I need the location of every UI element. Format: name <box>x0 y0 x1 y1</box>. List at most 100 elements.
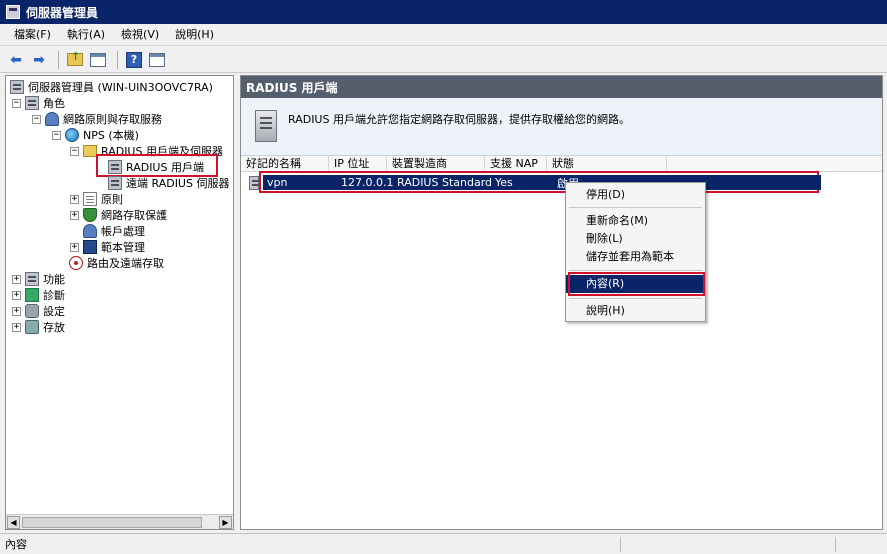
help-icon: ? <box>126 51 142 68</box>
status-bar: 內容 <box>0 533 887 554</box>
scroll-left-icon[interactable]: ◀ <box>7 516 20 529</box>
expand-icon[interactable]: + <box>12 290 21 300</box>
globe-icon <box>65 128 79 142</box>
menu-item-rename[interactable]: 重新命名(M) <box>566 212 705 230</box>
tree-label: 存放 <box>43 321 65 334</box>
show-tree-button[interactable] <box>88 50 108 70</box>
content-pane: RADIUS 用戶端 RADIUS 用戶端允許您指定網路存取伺服器，提供存取權給… <box>240 75 883 530</box>
menu-separator <box>569 207 702 208</box>
client-icon <box>249 175 260 190</box>
routing-icon <box>69 256 83 270</box>
tree-node-nps-service[interactable]: − 網路原則與存取服務 <box>32 111 162 127</box>
menu-item-save-as-template[interactable]: 儲存並套用為範本 <box>566 248 705 266</box>
info-text: RADIUS 用戶端允許您指定網路存取伺服器，提供存取權給您的網路。 <box>288 113 630 126</box>
tree-node-templates[interactable]: + 範本管理 <box>70 239 145 255</box>
menu-item-delete[interactable]: 刪除(L) <box>566 230 705 248</box>
collapse-icon[interactable]: − <box>52 130 61 140</box>
menu-item-help[interactable]: 說明(H) <box>566 302 705 320</box>
tree-label: 帳戶處理 <box>101 225 145 238</box>
tree-node-diagnostics[interactable]: + 診斷 <box>12 287 65 303</box>
column-header-name[interactable]: 好記的名稱 <box>241 156 329 172</box>
templates-icon <box>83 240 97 254</box>
scroll-thumb[interactable] <box>22 517 202 528</box>
tree-label: 路由及遠端存取 <box>87 257 164 270</box>
policies-icon <box>83 192 97 206</box>
list-header: 好記的名稱 IP 位址 裝置製造商 支援 NAP 狀態 <box>241 156 882 172</box>
tree-label: 網路原則與存取服務 <box>63 113 162 126</box>
nps-service-icon <box>45 112 59 126</box>
tree-label: 設定 <box>43 305 65 318</box>
menu-separator <box>569 298 702 299</box>
back-arrow-icon[interactable]: ⬅ <box>6 50 26 70</box>
highlight-box <box>568 272 705 296</box>
tree-node-configuration[interactable]: + 設定 <box>12 303 65 319</box>
tree-node-roles[interactable]: − 角色 <box>12 95 65 111</box>
tree-node-nps-local[interactable]: − NPS (本機) <box>52 127 139 143</box>
window-title-bar: 伺服器管理員 <box>0 0 887 24</box>
tree-node-storage[interactable]: + 存放 <box>12 319 65 335</box>
help-button[interactable]: ? <box>124 50 144 70</box>
server-tower-icon <box>255 110 277 142</box>
server-manager-icon <box>6 5 20 19</box>
tree-node-features[interactable]: + 功能 <box>12 271 65 287</box>
storage-icon <box>25 320 39 334</box>
menu-action[interactable]: 執行(A) <box>59 25 113 45</box>
expand-icon[interactable]: + <box>12 274 21 284</box>
window-title: 伺服器管理員 <box>26 5 99 20</box>
tree-node-policies[interactable]: + 原則 <box>70 191 123 207</box>
highlight-box <box>96 154 218 177</box>
tree-node-root[interactable]: 伺服器管理員 (WIN-UIN3OOVC7RA) <box>10 79 213 95</box>
expand-icon[interactable]: + <box>12 322 21 332</box>
tree-label: 功能 <box>43 273 65 286</box>
menu-bar: 檔案(F) 執行(A) 檢視(V) 說明(H) <box>0 24 887 46</box>
menu-separator <box>569 270 702 271</box>
configuration-icon <box>25 304 39 318</box>
tree-node-accounting[interactable]: 帳戶處理 <box>83 223 145 239</box>
forward-arrow-icon[interactable]: ➡ <box>29 50 49 70</box>
column-header-vendor[interactable]: 裝置製造商 <box>387 156 485 172</box>
features-icon <box>25 272 39 286</box>
tree-label: 原則 <box>101 193 123 206</box>
remote-radius-icon <box>108 176 122 190</box>
context-menu: 停用(D) 重新命名(M) 刪除(L) 儲存並套用為範本 內容(R) 說明(H) <box>565 182 706 322</box>
collapse-icon[interactable]: − <box>32 114 41 124</box>
column-header-nap[interactable]: 支援 NAP <box>485 156 547 172</box>
tree-label: 遠端 RADIUS 伺服器 <box>126 177 230 190</box>
folder-up-button[interactable] <box>65 50 85 70</box>
toolbar-separator <box>58 50 59 69</box>
content-header: RADIUS 用戶端 <box>241 76 882 98</box>
menu-help[interactable]: 說明(H) <box>167 25 222 45</box>
menu-file[interactable]: 檔案(F) <box>6 25 59 45</box>
tree-node-remote-radius[interactable]: 遠端 RADIUS 伺服器 <box>108 175 229 191</box>
collapse-icon[interactable]: − <box>12 98 21 108</box>
properties-button[interactable] <box>147 50 167 70</box>
cell-vendor: RADIUS Standard <box>397 176 491 189</box>
tree-horizontal-scrollbar[interactable]: ◀ ▶ <box>6 514 233 529</box>
folder-icon <box>83 145 97 157</box>
cell-name: vpn <box>267 176 288 189</box>
scroll-right-icon[interactable]: ▶ <box>219 516 232 529</box>
nap-icon <box>83 208 97 222</box>
accounting-icon <box>83 224 97 238</box>
expand-icon[interactable]: + <box>70 194 79 204</box>
tree-node-nap[interactable]: + 網路存取保護 <box>70 207 167 223</box>
tree-label: NPS (本機) <box>83 129 139 142</box>
collapse-icon[interactable]: − <box>70 146 79 156</box>
table-row[interactable]: vpn 127.0.0.1 RADIUS Standard Yes 啟用 <box>249 174 821 191</box>
status-divider <box>620 537 621 552</box>
expand-icon[interactable]: + <box>12 306 21 316</box>
server-icon <box>10 80 24 94</box>
cell-nap: Yes <box>495 176 513 189</box>
column-header-status[interactable]: 狀態 <box>547 156 667 172</box>
properties-icon <box>149 52 165 67</box>
tree-label: 診斷 <box>43 289 65 302</box>
menu-view[interactable]: 檢視(V) <box>113 25 167 45</box>
diagnostics-icon <box>25 288 39 302</box>
expand-icon[interactable]: + <box>70 210 79 220</box>
column-header-ip[interactable]: IP 位址 <box>329 156 387 172</box>
tree-node-routing[interactable]: 路由及遠端存取 <box>69 255 164 271</box>
tree-label: 範本管理 <box>101 241 145 254</box>
tree-label: 伺服器管理員 (WIN-UIN3OOVC7RA) <box>28 81 213 94</box>
expand-icon[interactable]: + <box>70 242 79 252</box>
menu-item-disable[interactable]: 停用(D) <box>566 186 705 204</box>
